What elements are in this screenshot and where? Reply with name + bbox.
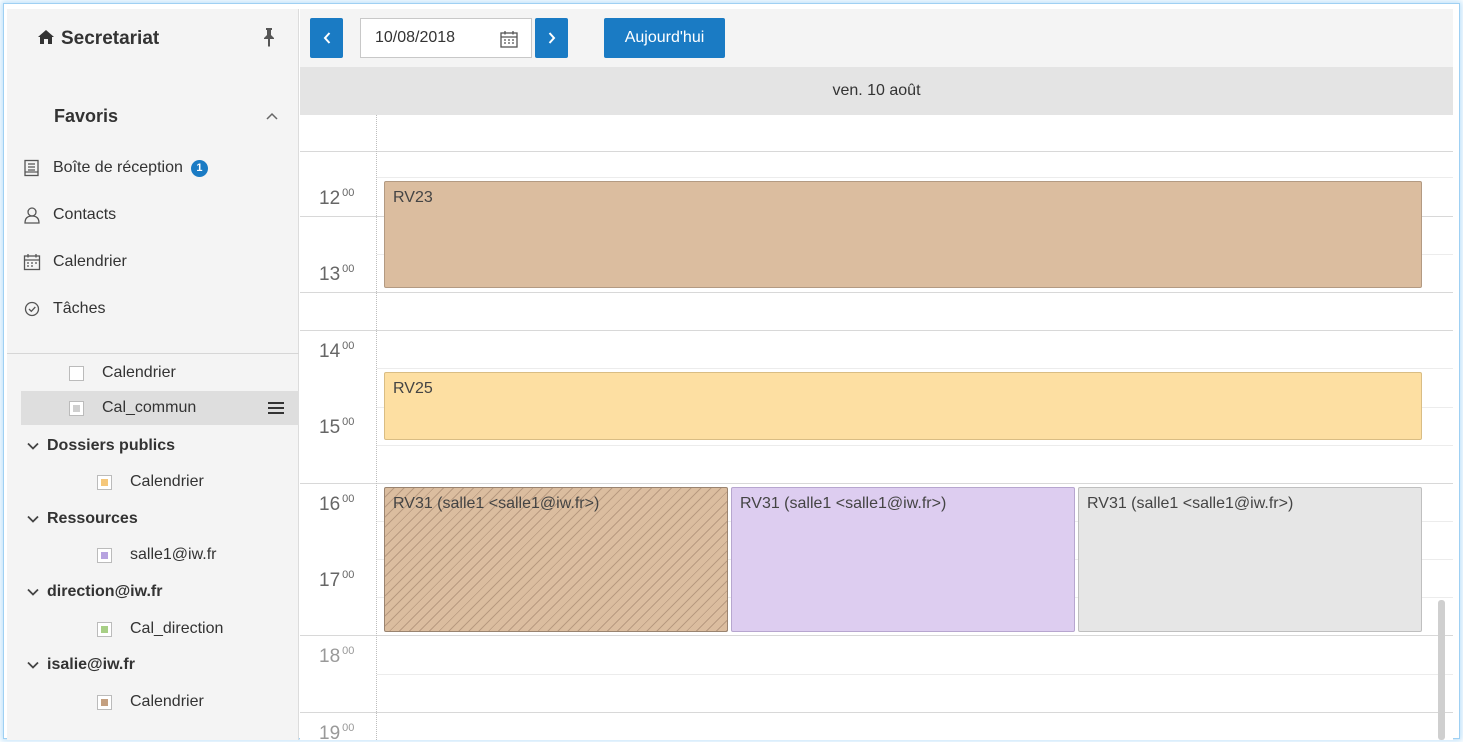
calendar-main: 10/08/2018 Aujourd'hui ven. 10 août 12 00… [300, 9, 1453, 740]
sidebar-divider [7, 353, 299, 354]
chevron-down-icon[interactable] [27, 661, 39, 669]
pin-icon[interactable] [262, 27, 276, 47]
folder-public[interactable]: Dossiers publics [21, 429, 299, 463]
calendar-item-cal-commun[interactable]: Cal_commun [21, 391, 299, 425]
hour-label: 14 00 [319, 340, 355, 362]
event-rv31-commun[interactable]: RV31 (salle1 <salle1@iw.fr>) [1078, 487, 1422, 632]
hour-line [300, 292, 1453, 293]
chevron-up-icon[interactable] [265, 111, 279, 121]
hour-label: 12 00 [319, 187, 355, 209]
event-rv23[interactable]: RV23 [384, 181, 1422, 288]
folder-label: direction@iw.fr [47, 583, 163, 600]
nav-calendar-label: Calendrier [53, 253, 127, 270]
day-header-label: ven. 10 août [832, 82, 921, 99]
chevron-left-icon [323, 32, 330, 44]
sidebar: Secretariat Favoris Boîte de réception 1… [7, 9, 299, 740]
folder-label: Ressources [47, 510, 138, 527]
calendar-checkbox[interactable] [97, 621, 112, 637]
calendar-checkbox[interactable] [97, 694, 112, 710]
chevron-down-icon[interactable] [27, 515, 39, 523]
calendar-item-label: Calendrier [102, 364, 176, 381]
nav-calendar[interactable]: Calendrier [23, 250, 127, 274]
nav-tasks-label: Tâches [53, 300, 106, 317]
menu-icon[interactable] [267, 401, 285, 415]
hour-label: 17 00 [319, 569, 355, 591]
half-hour-line [377, 674, 1453, 675]
inbox-icon [24, 159, 39, 177]
event-rv31-salle1[interactable]: RV31 (salle1 <salle1@iw.fr>) [731, 487, 1075, 632]
folder-label: Dossiers publics [47, 437, 176, 454]
day-column-header: ven. 10 août [300, 67, 1453, 115]
calendar-checkbox[interactable] [69, 400, 84, 416]
hour-line [300, 712, 1453, 713]
nav-contacts-label: Contacts [53, 206, 117, 223]
vertical-scrollbar[interactable] [1438, 600, 1445, 740]
calendar-item-label: salle1@iw.fr [130, 546, 217, 563]
next-day-button[interactable] [535, 18, 568, 58]
favorites-title[interactable]: Favoris [54, 106, 118, 127]
nav-inbox-label: Boîte de réception [53, 159, 183, 176]
hour-label: 15 00 [319, 416, 355, 438]
calendar-item-isalie[interactable]: Calendrier [21, 685, 299, 719]
today-button[interactable]: Aujourd'hui [604, 18, 725, 58]
prev-day-button[interactable] [310, 18, 343, 58]
calendar-item-public[interactable]: Calendrier [21, 465, 299, 499]
time-gutter-separator [376, 115, 377, 740]
person-icon [24, 207, 40, 224]
half-hour-line [377, 445, 1453, 446]
calendar-item-label: Cal_direction [130, 620, 224, 637]
calendar-checkbox[interactable] [69, 365, 84, 381]
unread-badge: 1 [190, 159, 208, 177]
half-hour-line [377, 368, 1453, 369]
nav-inbox[interactable]: Boîte de réception 1 [23, 156, 208, 180]
event-rv25[interactable]: RV25 [384, 372, 1422, 440]
folder-isalie[interactable]: isalie@iw.fr [21, 648, 299, 682]
mailbox-title[interactable]: Secretariat [37, 28, 159, 50]
hour-line [300, 330, 1453, 331]
hour-label: 13 00 [319, 263, 355, 285]
folder-direction[interactable]: direction@iw.fr [21, 575, 299, 609]
calendar-item-label: Cal_commun [102, 399, 197, 416]
calendar-toolbar: 10/08/2018 Aujourd'hui [300, 9, 1453, 67]
chevron-down-icon[interactable] [27, 588, 39, 596]
hour-label: 18 00 [319, 645, 355, 667]
hour-label: 19 00 [319, 722, 355, 740]
folder-resources[interactable]: Ressources [21, 502, 299, 536]
calendar-checkbox[interactable] [97, 547, 112, 563]
calendar-item-personal[interactable]: Calendrier [21, 356, 299, 390]
calendar-item-label: Calendrier [130, 693, 204, 710]
date-input[interactable]: 10/08/2018 [360, 18, 532, 58]
half-hour-line [377, 177, 1453, 178]
calendar-item-salle1[interactable]: salle1@iw.fr [21, 538, 299, 572]
allday-separator [300, 151, 1453, 152]
calendar-item-label: Calendrier [130, 473, 204, 490]
check-circle-icon [24, 301, 40, 317]
date-value: 10/08/2018 [375, 29, 456, 46]
mailbox-title-text: Secretariat [61, 28, 160, 49]
event-rv31-tentative[interactable]: RV31 (salle1 <salle1@iw.fr>) [384, 487, 728, 632]
folder-label: isalie@iw.fr [47, 656, 135, 673]
calendar-picker-icon[interactable] [499, 30, 519, 48]
hour-line [300, 635, 1453, 636]
hour-label: 16 00 [319, 493, 355, 515]
calendar-item-cal-direction[interactable]: Cal_direction [21, 612, 299, 646]
chevron-down-icon[interactable] [27, 442, 39, 450]
chevron-right-icon [548, 32, 555, 44]
calendar-checkbox[interactable] [97, 474, 112, 490]
nav-tasks[interactable]: Tâches [23, 297, 105, 321]
home-icon [38, 30, 54, 44]
nav-contacts[interactable]: Contacts [23, 203, 116, 227]
calendar-icon [23, 254, 41, 271]
time-grid: 12 00 13 00 14 00 15 00 16 00 17 00 18 00 19 00 … [300, 115, 1453, 740]
hour-line [300, 483, 1453, 484]
